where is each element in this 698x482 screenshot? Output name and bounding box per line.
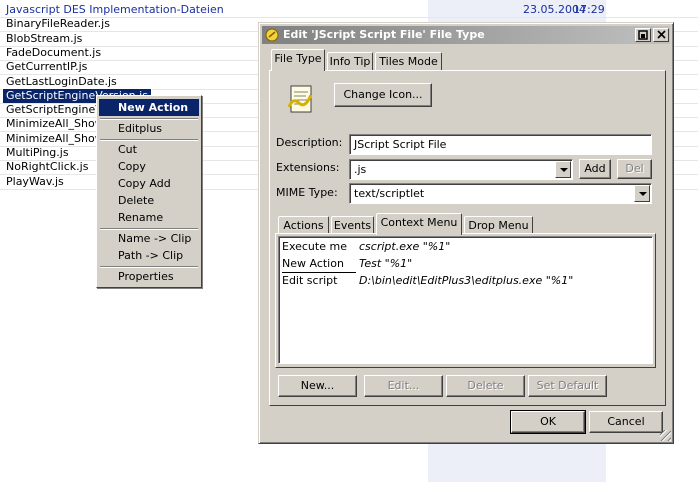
menu-item-new-action[interactable]: New Action bbox=[99, 99, 199, 116]
chevron-down-icon[interactable] bbox=[634, 185, 650, 202]
file-type-panel: Change Icon... Description: JScript Scri… bbox=[269, 70, 666, 406]
menu-item-rename[interactable]: Rename bbox=[99, 209, 199, 226]
description-label: Description: bbox=[276, 136, 343, 149]
mime-type-combo[interactable]: text/scriptlet bbox=[349, 183, 652, 204]
edit-file-type-dialog: Edit 'JScript Script File' File Type Fil… bbox=[258, 22, 674, 444]
delete-extension-button[interactable]: Del bbox=[617, 159, 652, 179]
extensions-combo[interactable]: .js bbox=[349, 159, 573, 180]
subtab-context-menu[interactable]: Context Menu bbox=[376, 213, 462, 235]
file-name: NoRightClick.js bbox=[6, 160, 89, 174]
list-item[interactable]: Edit script D:\bin\edit\EditPlus3\editpl… bbox=[282, 273, 642, 289]
file-name: GetCurrentIP.js bbox=[6, 60, 88, 74]
dialog-title: Edit 'JScript Script File' File Type bbox=[283, 28, 485, 41]
actions-list[interactable]: Execute me cscript.exe "%1" New Action T… bbox=[278, 236, 653, 364]
set-default-button[interactable]: Set Default bbox=[528, 375, 607, 397]
add-extension-button[interactable]: Add bbox=[579, 159, 611, 179]
cancel-button[interactable]: Cancel bbox=[589, 411, 663, 433]
tab-file-type[interactable]: File Type bbox=[271, 49, 325, 71]
menu-item-editplus[interactable]: Editplus bbox=[99, 120, 199, 137]
close-button[interactable] bbox=[653, 28, 669, 42]
menu-item-path-clip[interactable]: Path -> Clip bbox=[99, 247, 199, 264]
tab-info-tip[interactable]: Info Tip bbox=[327, 52, 373, 71]
menu-item-cut[interactable]: Cut bbox=[99, 141, 199, 158]
list-item[interactable]: New Action Test "%1" bbox=[282, 256, 642, 273]
extensions-value: .js bbox=[354, 163, 367, 176]
delete-action-button[interactable]: Delete bbox=[446, 375, 525, 397]
menu-item-copy[interactable]: Copy bbox=[99, 158, 199, 175]
change-icon-button[interactable]: Change Icon... bbox=[334, 83, 432, 107]
list-item[interactable]: Execute me cscript.exe "%1" bbox=[282, 239, 642, 255]
script-file-icon bbox=[285, 83, 317, 115]
menu-item-name-clip[interactable]: Name -> Clip bbox=[99, 230, 199, 247]
resize-grip[interactable] bbox=[660, 430, 671, 441]
close-icon bbox=[656, 30, 666, 39]
extensions-label: Extensions: bbox=[276, 161, 340, 174]
menu-item-properties[interactable]: Properties bbox=[99, 268, 199, 285]
file-name: Javascript DES Implementation-Dateien bbox=[6, 3, 224, 16]
context-menu: New Action Editplus Cut Copy Copy Add De… bbox=[96, 95, 202, 288]
description-field[interactable]: JScript Script File bbox=[349, 134, 652, 155]
new-action-button[interactable]: New... bbox=[278, 375, 357, 397]
file-name: BlobStream.js bbox=[6, 31, 83, 45]
menu-item-delete[interactable]: Delete bbox=[99, 192, 199, 209]
file-name: PlayWav.js bbox=[6, 174, 64, 188]
edit-action-button[interactable]: Edit... bbox=[364, 375, 443, 397]
file-name: GetLastLoginDate.js bbox=[6, 74, 117, 88]
context-menu-panel: Execute me cscript.exe "%1" New Action T… bbox=[275, 233, 656, 368]
tab-tiles-mode[interactable]: Tiles Mode bbox=[375, 52, 442, 71]
file-name: BinaryFileReader.js bbox=[6, 17, 110, 31]
file-name: FadeDocument.js bbox=[6, 45, 102, 59]
context-help-icon bbox=[638, 30, 648, 40]
ok-button[interactable]: OK bbox=[510, 410, 586, 434]
file-row[interactable]: Javascript DES Implementation-Dateien 23.… bbox=[0, 3, 698, 17]
title-bar[interactable]: Edit 'JScript Script File' File Type bbox=[262, 26, 670, 44]
file-time: 17:29 bbox=[573, 3, 605, 16]
file-name: MultiPing.js bbox=[6, 146, 69, 159]
file-type-icon bbox=[265, 28, 279, 42]
mime-type-label: MIME Type: bbox=[276, 186, 338, 199]
help-button[interactable] bbox=[635, 28, 651, 42]
chevron-down-icon[interactable] bbox=[555, 161, 571, 178]
mime-type-value: text/scriptlet bbox=[354, 187, 425, 200]
menu-item-copy-add[interactable]: Copy Add bbox=[99, 175, 199, 192]
